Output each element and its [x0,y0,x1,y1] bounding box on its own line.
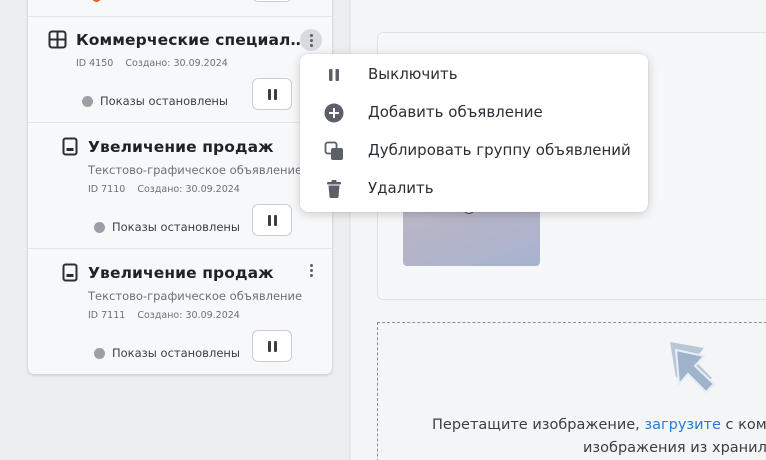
ad-title: Увеличение продаж [88,137,274,156]
menu-item-label: Добавить объявление [368,103,543,121]
pause-icon [323,65,345,85]
menu-item-add-ad[interactable]: Добавить объявление [300,94,648,132]
ad-created: Создано: 30.09.2024 [137,184,240,195]
ad-group-status-text: Показы остановлены [100,94,228,108]
ad-status: Показы остановлены [94,346,240,360]
ad-id: ID 7111 [88,310,126,321]
divider [28,248,332,249]
ad-status-text: Показы остановлены [112,346,240,360]
ad-status-text: Показы остановлены [112,220,240,234]
campaign-card: Коммерческие специал… ID 4150 Создано: 30… [28,0,332,374]
ad-pause-button[interactable] [252,204,292,236]
menu-item-label: Выключить [368,65,458,83]
menu-item-duplicate-group[interactable]: Дублировать группу объявлений [300,132,648,170]
dropzone-instructions: Перетащите изображение, загрузите с ком [432,414,766,437]
ad-document-icon [60,263,79,282]
ad-type: Текстово-графическое объявление [88,289,303,303]
dropzone-text-cont: с ком [720,417,766,433]
cursor-illustration-icon [664,338,722,402]
more-vertical-icon [309,33,313,47]
previous-item-pause-button[interactable] [252,0,292,2]
ad-meta: ID 7110 Создано: 30.09.2024 [88,184,240,195]
menu-item-label: Дублировать группу объявлений [368,141,631,159]
ad-group-id: ID 4150 [76,58,114,69]
ad-created: Создано: 30.09.2024 [137,310,240,321]
ad-group-meta: ID 4150 Создано: 30.09.2024 [76,58,228,69]
ad-more-button[interactable] [300,259,322,281]
ad-id: ID 7110 [88,184,126,195]
ad-status: Показы остановлены [94,220,240,234]
status-dot-stopped [82,95,93,107]
ad-pause-button[interactable] [252,330,292,362]
menu-item-label: Удалить [368,179,434,197]
divider [28,122,332,123]
status-dot-error [92,0,101,2]
dropzone-text: Перетащите изображение, [432,417,645,433]
grid-icon [48,30,67,49]
divider [28,16,332,17]
pause-icon [267,340,277,352]
ad-title: Увеличение продаж [88,263,274,282]
more-vertical-icon [309,263,313,277]
upload-link[interactable]: загрузите [644,417,721,433]
duplicate-icon [323,141,345,161]
dropzone-instructions-line2: изображения из хранил [583,440,766,456]
menu-item-disable[interactable]: Выключить [300,56,648,94]
status-dot-stopped [94,221,105,233]
previous-item-partial [28,0,332,16]
add-circle-icon [323,103,345,123]
trash-icon [323,179,345,199]
ad-group-title: Коммерческие специал… [76,30,307,49]
pause-icon [267,214,277,226]
ad-group-status: Показы остановлены [82,94,228,108]
ad-document-icon [60,137,79,156]
ad-meta: ID 7111 Создано: 30.09.2024 [88,310,240,321]
status-dot-stopped [94,347,105,359]
ad-group-context-menu: Выключить Добавить объявление Дублироват… [300,54,648,212]
pause-icon [267,88,277,100]
menu-item-delete[interactable]: Удалить [300,170,648,208]
ad-group-created: Создано: 30.09.2024 [125,58,228,69]
ad-group-sidebar: Коммерческие специал… ID 4150 Создано: 30… [4,0,350,460]
ad-type: Текстово-графическое объявление [88,163,303,177]
ad-group-pause-button[interactable] [252,78,292,110]
ad-group-more-button[interactable] [300,29,322,51]
